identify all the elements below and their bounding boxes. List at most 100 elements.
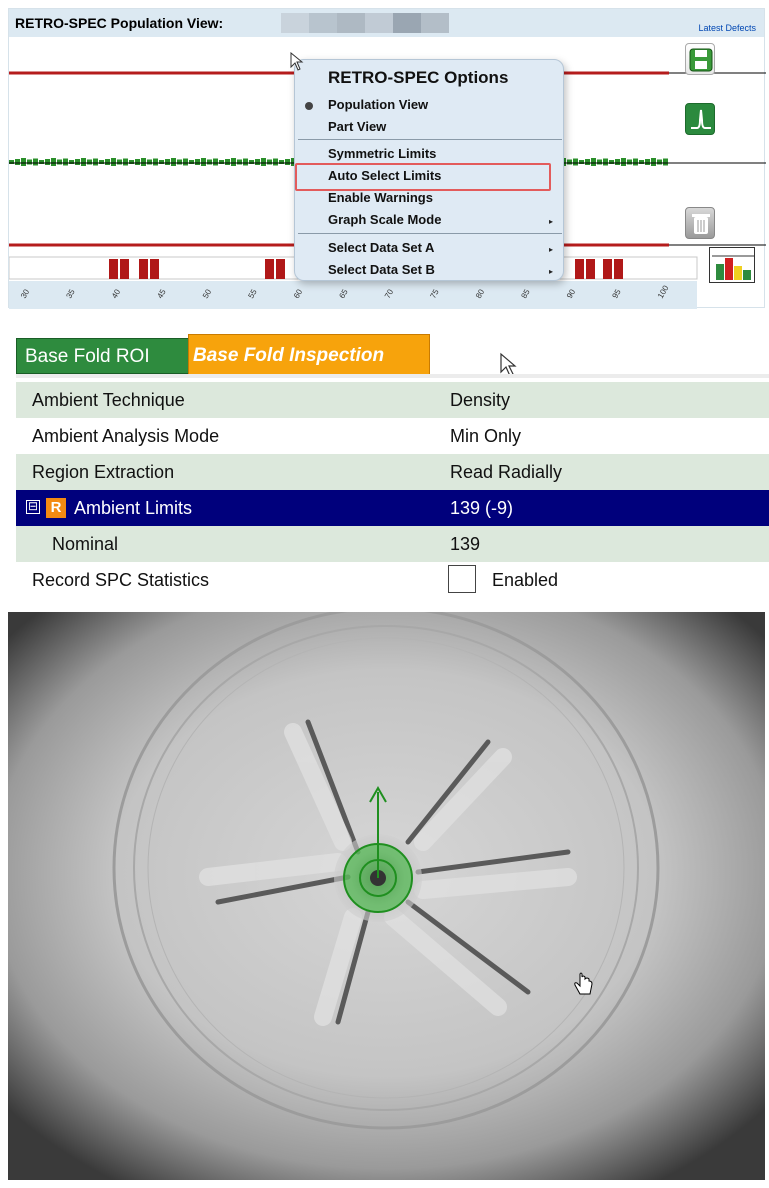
tab-base-fold-inspection[interactable]: Base Fold Inspection — [188, 334, 430, 376]
trend-segment — [591, 158, 596, 166]
property-row[interactable]: Ambient Analysis Mode Min Only — [16, 418, 769, 454]
trend-segment — [81, 158, 86, 166]
menu-item-select-data-set-b[interactable]: Select Data Set B — [328, 262, 435, 277]
menu-title: RETRO-SPEC Options — [328, 68, 509, 87]
retro-spec-panel: RETRO-SPEC Population View: Latest Defec… — [8, 8, 766, 309]
trend-segment — [261, 158, 266, 166]
trend-segment — [75, 159, 80, 165]
trend-segment — [285, 159, 290, 165]
trend-segment — [123, 158, 128, 166]
property-value[interactable]: Read Radially — [450, 462, 562, 483]
property-name: Ambient Limits — [74, 498, 193, 518]
trend-segment — [585, 159, 590, 165]
camera-view[interactable] — [8, 612, 765, 1180]
trend-segment — [627, 159, 632, 165]
trend-segment — [597, 159, 602, 165]
property-row-selected[interactable]: ⊟ R Ambient Limits 139 (-9) — [16, 490, 769, 526]
trend-segment — [663, 158, 668, 166]
trend-segment — [87, 159, 92, 165]
property-value[interactable]: 139 — [450, 534, 480, 555]
trend-segment — [117, 159, 122, 165]
bottle-base-image — [8, 612, 765, 1180]
property-panel: Base Fold ROI Base Fold Inspection Ambie… — [8, 334, 769, 602]
peak-icon — [691, 109, 711, 129]
trend-segment — [153, 158, 158, 166]
defect-bar — [139, 259, 148, 279]
trend-segment — [15, 159, 20, 165]
collapse-icon[interactable]: ⊟ — [26, 500, 40, 514]
property-value[interactable]: Min Only — [450, 426, 521, 447]
trend-segment — [171, 158, 176, 166]
r-badge-icon: R — [46, 498, 66, 518]
radio-bullet-icon — [305, 102, 313, 110]
trend-segment — [45, 159, 50, 165]
property-name: Region Extraction — [32, 462, 175, 482]
trend-segment — [213, 158, 218, 166]
tab-base-fold-roi[interactable]: Base Fold ROI — [16, 338, 191, 374]
property-name: Ambient Analysis Mode — [32, 426, 220, 446]
defect-bar — [614, 259, 623, 279]
trend-segment — [255, 159, 260, 165]
trend-segment — [111, 158, 116, 166]
trend-segment — [135, 159, 140, 165]
property-name: Ambient Technique — [32, 390, 185, 410]
defect-bar — [150, 259, 159, 279]
trend-segment — [165, 159, 170, 165]
defect-bar — [109, 259, 118, 279]
trend-segment — [573, 158, 578, 166]
property-row[interactable]: Ambient Technique Density — [16, 382, 769, 418]
trend-segment — [27, 159, 32, 165]
defect-bar — [586, 259, 595, 279]
trend-segment — [615, 159, 620, 165]
defect-bar — [120, 259, 129, 279]
trend-segment — [105, 159, 110, 165]
property-row[interactable]: Record SPC Statistics Enabled — [16, 562, 769, 598]
trend-segment — [33, 158, 38, 166]
menu-item-select-data-set-a[interactable]: Select Data Set A — [328, 240, 434, 255]
trend-segment — [243, 158, 248, 166]
trend-segment — [645, 159, 650, 165]
trend-segment — [273, 158, 278, 166]
trend-segment — [21, 158, 26, 166]
blurred-field — [281, 13, 449, 33]
latest-defects-link[interactable]: Latest Defects — [698, 23, 756, 33]
trend-segment — [567, 159, 572, 165]
defect-bar — [276, 259, 285, 279]
property-value[interactable]: Density — [450, 390, 510, 411]
highlight-box — [295, 163, 551, 191]
retro-spec-options-menu: RETRO-SPEC Options Population View Part … — [294, 59, 564, 281]
trend-segment — [657, 159, 662, 165]
trend-segment — [195, 159, 200, 165]
menu-separator — [298, 233, 562, 234]
mouse-pointer-icon — [290, 52, 304, 71]
menu-item-population-view[interactable]: Population View — [328, 97, 428, 112]
property-row[interactable]: Nominal 139 — [16, 526, 769, 562]
menu-item-symmetric-limits[interactable]: Symmetric Limits — [328, 146, 436, 161]
property-value[interactable]: 139 (-9) — [450, 498, 513, 519]
trend-segment — [57, 159, 62, 165]
save-button[interactable] — [685, 43, 715, 75]
menu-item-enable-warnings[interactable]: Enable Warnings — [328, 190, 433, 205]
defect-bar — [603, 259, 612, 279]
peak-mode-button[interactable] — [685, 103, 715, 135]
histogram-button[interactable] — [709, 247, 755, 283]
submenu-arrow-icon: ▸ — [548, 217, 553, 226]
trend-segment — [147, 159, 152, 165]
trend-segment — [267, 159, 272, 165]
trend-segment — [51, 158, 56, 166]
trend-segment — [177, 159, 182, 165]
trend-segment — [237, 159, 242, 165]
trash-button[interactable] — [685, 207, 715, 239]
property-name: Record SPC Statistics — [32, 570, 210, 590]
submenu-arrow-icon: ▸ — [548, 245, 553, 254]
menu-item-part-view[interactable]: Part View — [328, 119, 386, 134]
trend-segment — [201, 158, 206, 166]
property-row[interactable]: Region Extraction Read Radially — [16, 454, 769, 490]
property-name: Nominal — [52, 534, 119, 554]
menu-item-graph-scale-mode[interactable]: Graph Scale Mode — [328, 212, 441, 227]
trend-segment — [603, 158, 608, 166]
chart-title: RETRO-SPEC Population View: — [15, 15, 224, 31]
enabled-checkbox[interactable] — [448, 565, 476, 593]
submenu-arrow-icon: ▸ — [548, 267, 553, 276]
save-icon — [689, 48, 713, 72]
